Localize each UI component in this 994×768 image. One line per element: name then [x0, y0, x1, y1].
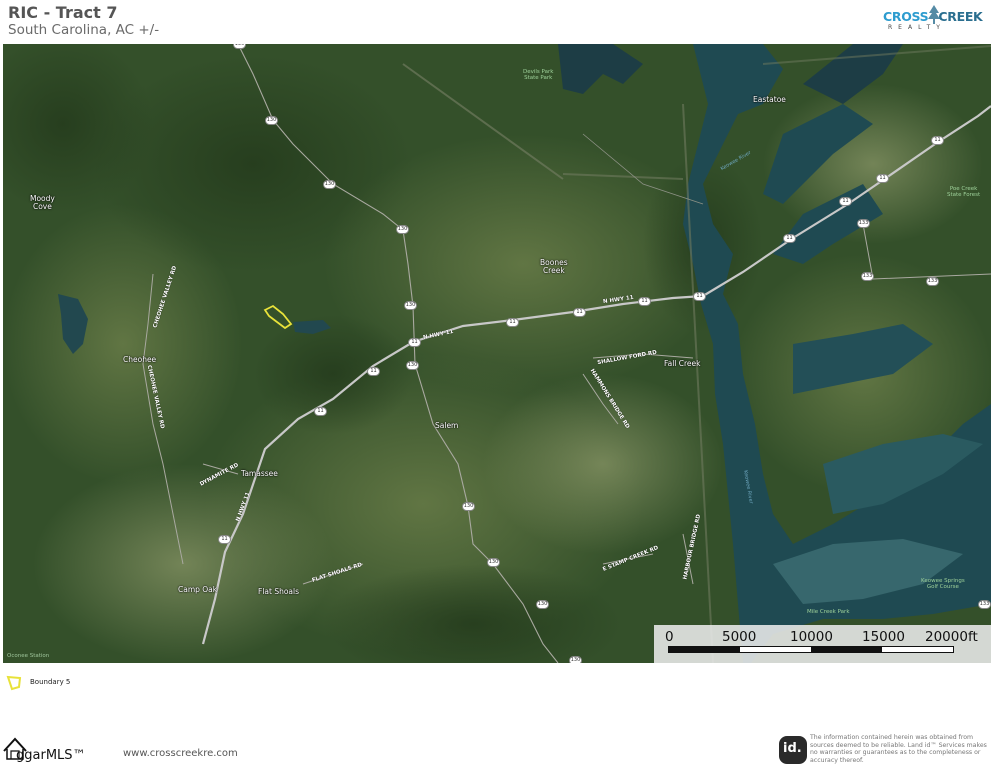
route-11-shield: 11 [693, 292, 706, 301]
route-133-shield: 133 [978, 600, 991, 609]
scale-segment [811, 647, 882, 652]
scale-tick-5000: 5000 [722, 629, 757, 645]
route-11-shield: 11 [876, 174, 889, 183]
boundary-swatch-icon [6, 675, 22, 691]
mls-logo: ggarMLS™ [2, 737, 102, 765]
route-11-shield: 11 [218, 535, 231, 544]
route-11-shield: 11 [931, 136, 944, 145]
route-11-shield: 11 [408, 338, 421, 347]
route-11-shield: 11 [506, 318, 519, 327]
place-moody-cove: Moody Cove [30, 194, 55, 211]
land-id-icon: id. [779, 736, 807, 764]
logo-creek: CREEK [938, 9, 983, 24]
satellite-map[interactable]: Moody Cove Cheohee Tamassee Camp Oak Flat… [3, 44, 991, 663]
place-camp-oak: Camp Oak [178, 585, 218, 594]
place-fall-creek: Fall Creek [664, 359, 701, 368]
route-130-shield: 130 [406, 361, 419, 370]
land-id-mark: id. [783, 741, 802, 756]
route-11-shield: 11 [839, 197, 852, 206]
park-devils-fork: Devils Park State Park [523, 69, 554, 81]
route-130-shield: 130 [569, 656, 582, 663]
mls-wordmark: ggarMLS™ [16, 748, 86, 763]
cross-creek-logo: CROSS CREEK REALTY [880, 4, 990, 40]
route-11-shield: 11 [314, 407, 327, 416]
scale-tick-0: 0 [665, 629, 674, 645]
route-11-shield: 11 [638, 297, 651, 306]
place-cheohee: Cheohee [123, 355, 157, 364]
park-poe-creek: Poe Creek State Forest [947, 186, 981, 198]
map-title: RIC - Tract 7 [8, 3, 118, 22]
website-url[interactable]: www.crosscreekre.com [123, 748, 238, 759]
route-130-shield: 130 [404, 301, 417, 310]
route-11-shield: 11 [573, 308, 586, 317]
park-oconee-station: Oconee Station [7, 653, 50, 659]
route-130-shield: 130 [487, 558, 500, 567]
logo-wordmark: CROSS CREEK [883, 9, 983, 24]
park-mile-creek: Mile Creek Park [807, 609, 850, 615]
place-salem: Salem [435, 421, 459, 430]
map-subtitle: South Carolina, AC +/- [8, 22, 160, 38]
route-133-shield: 133 [861, 272, 874, 281]
route-11-shield: 11 [783, 234, 796, 243]
place-flat-shoals: Flat Shoals [258, 587, 300, 596]
route-130-shield: 130 [265, 116, 278, 125]
scale-tick-10000: 10000 [790, 629, 833, 645]
scale-tick-15000: 15000 [862, 629, 905, 645]
logo-cross: CROSS [883, 9, 929, 24]
route-130-shield: 130 [462, 502, 475, 511]
route-130-shield: 130 [323, 180, 336, 189]
route-133-shield: 133 [857, 219, 870, 228]
place-boones-creek: Boones Creek [540, 258, 568, 275]
scale-bar-graphic [668, 646, 954, 653]
map-imagery [3, 44, 991, 663]
disclaimer-text: The information contained herein was obt… [810, 734, 987, 764]
park-keowee-springs: Keowee Springs Golf Course [921, 578, 965, 590]
scale-tick-20000ft: 20000ft [925, 629, 978, 645]
route-130-shield: 130 [536, 600, 549, 609]
route-130-shield: 130 [396, 225, 409, 234]
place-tamassee: Tamassee [241, 469, 278, 478]
route-133-shield: 133 [926, 277, 939, 286]
legend-boundary-label: Boundary 5 [30, 678, 71, 686]
scale-bar: 0 5000 10000 15000 20000ft [654, 625, 991, 663]
map-legend: Boundary 5 [6, 675, 126, 691]
scale-segment [669, 647, 740, 652]
place-eastatoe: Eastatoe [753, 95, 786, 104]
route-11-shield: 11 [367, 367, 380, 376]
logo-realty: REALTY [888, 24, 946, 31]
